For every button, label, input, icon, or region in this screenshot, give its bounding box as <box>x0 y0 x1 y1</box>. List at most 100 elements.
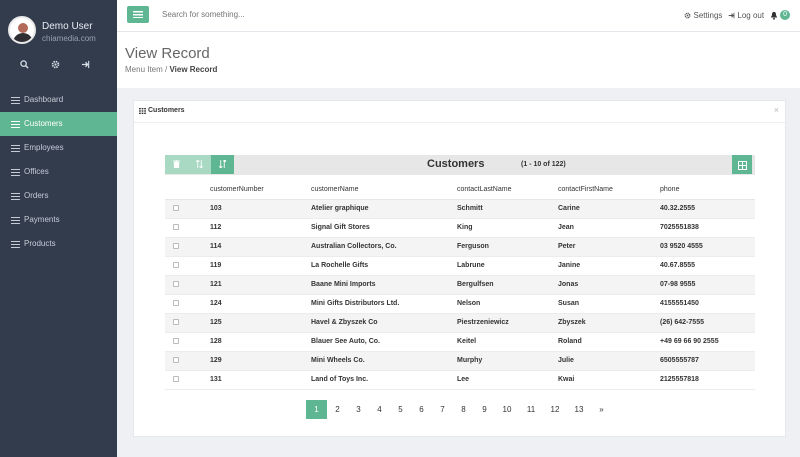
table-cell-customerName: Mini Wheels Co. <box>311 351 457 371</box>
panel-title: Customers <box>139 107 185 114</box>
user-site: chiamedia.com <box>42 34 96 43</box>
page-button[interactable]: 11 <box>519 400 543 419</box>
gear-icon[interactable] <box>51 60 60 72</box>
table-cell-contactFirstName: Jonas <box>558 275 660 295</box>
row-checkbox[interactable] <box>173 261 179 268</box>
column-header[interactable]: contactFirstName <box>558 181 660 200</box>
column-header[interactable]: customerName <box>311 181 457 200</box>
sidebar-item-orders[interactable]: Orders <box>0 184 117 208</box>
table-cell-contactLastName: Murphy <box>457 351 558 371</box>
settings-link[interactable]: Settings <box>684 11 722 20</box>
table-cell-contactFirstName: Peter <box>558 237 660 257</box>
sidebar-item-offices[interactable]: Offices <box>0 160 117 184</box>
table-row[interactable]: 124 Mini Gifts Distributors Ltd. Nelson Sus… <box>165 294 755 314</box>
table-row[interactable]: 119 La Rochelle Gifts Labrune Janine 40.67.8… <box>165 256 755 276</box>
add-record-button[interactable] <box>732 155 752 174</box>
breadcrumb-parent[interactable]: Menu Item <box>125 65 163 74</box>
table-row[interactable]: 121 Baane Mini Imports Bergulfsen Jonas 07-9… <box>165 275 755 295</box>
close-icon[interactable]: × <box>774 105 779 115</box>
sidebar: Demo User chiamedia.com Dashboard Custom… <box>0 0 117 457</box>
page-button[interactable]: 8 <box>453 400 474 419</box>
table-row[interactable]: 131 Land of Toys Inc. Lee Kwai 2125557818 <box>165 370 755 390</box>
table-header-row: customerNumber customerName contactLastN… <box>165 181 755 200</box>
column-header[interactable]: customerNumber <box>210 181 311 200</box>
search-icon[interactable] <box>20 60 29 72</box>
table-cell-customerName: Baane Mini Imports <box>311 275 457 295</box>
page-button[interactable]: 6 <box>411 400 432 419</box>
table-record-count: (1 - 10 of 122) <box>521 161 566 168</box>
table-row[interactable]: 114 Australian Collectors, Co. Ferguson Pet… <box>165 237 755 257</box>
sidebar-item-dashboard[interactable]: Dashboard <box>0 88 117 112</box>
sidebar-item-customers[interactable]: Customers <box>0 112 117 136</box>
breadcrumb: Menu Item / View Record <box>125 65 217 74</box>
table-cell-phone: 4155551450 <box>660 294 755 314</box>
settings-label: Settings <box>693 10 723 20</box>
page-button[interactable]: 10 <box>495 400 519 419</box>
row-checkbox[interactable] <box>173 204 179 211</box>
sidebar-item-payments[interactable]: Payments <box>0 208 117 232</box>
page-button[interactable]: 13 <box>567 400 591 419</box>
table-row[interactable]: 125 Havel & Zbyszek Co Piestrzeniewicz Zbys… <box>165 313 755 333</box>
sort-button[interactable] <box>188 155 211 174</box>
table-cell-customerNumber: 103 <box>210 199 311 219</box>
table-row[interactable]: 112 Signal Gift Stores King Jean 7025551838 <box>165 218 755 238</box>
row-checkbox[interactable] <box>173 223 179 230</box>
sidebar-menu: Dashboard Customers Employees Offices Or… <box>0 88 117 256</box>
page-button[interactable]: 2 <box>327 400 348 419</box>
logout-icon[interactable] <box>81 60 90 72</box>
logout-link[interactable]: Log out <box>728 11 764 20</box>
column-header[interactable]: phone <box>660 181 755 200</box>
page-button[interactable]: 9 <box>474 400 495 419</box>
page-button[interactable]: 12 <box>543 400 567 419</box>
breadcrumb-current: View Record <box>169 65 218 74</box>
table-row[interactable]: 128 Blauer See Auto, Co. Keitel Roland +49 6… <box>165 332 755 352</box>
row-checkbox[interactable] <box>173 280 179 287</box>
table-cell-contactLastName: Schmitt <box>457 199 558 219</box>
table-cell-phone: +49 69 66 90 2555 <box>660 332 755 352</box>
sort-desc-icon <box>218 160 226 169</box>
hamburger-menu-button[interactable] <box>127 6 149 23</box>
customers-table: customerNumber customerName contactLastN… <box>165 181 755 390</box>
table-row[interactable]: 103 Atelier graphique Schmitt Carine 40.32.2… <box>165 199 755 219</box>
table-cell-phone: 07-98 9555 <box>660 275 755 295</box>
delete-button[interactable] <box>165 155 188 174</box>
notifications-button[interactable]: 0 <box>770 10 790 20</box>
pagination: 1 2 3 4 5 6 7 8 9 10 11 12 13» <box>306 400 612 419</box>
table-cell-contactFirstName: Susan <box>558 294 660 314</box>
row-select-cell <box>165 275 210 295</box>
logout-label: Log out <box>737 10 765 20</box>
row-checkbox[interactable] <box>173 242 179 249</box>
sidebar-item-employees[interactable]: Employees <box>0 136 117 160</box>
table-cell-phone: 40.32.2555 <box>660 199 755 219</box>
column-header[interactable]: contactLastName <box>457 181 558 200</box>
order-button[interactable] <box>211 155 234 174</box>
table-cell-phone: 6505555787 <box>660 351 755 371</box>
row-checkbox[interactable] <box>173 318 179 325</box>
search-input[interactable] <box>162 10 362 19</box>
table-cell-customerNumber: 119 <box>210 256 311 276</box>
page-button[interactable]: 1 <box>306 400 327 419</box>
panel-header: Customers × <box>134 101 785 123</box>
row-select-cell <box>165 332 210 352</box>
table-cell-contactFirstName: Jean <box>558 218 660 238</box>
sidebar-icon-bar <box>0 60 117 74</box>
table-cell-contactLastName: Nelson <box>457 294 558 314</box>
user-profile: Demo User chiamedia.com <box>0 0 117 60</box>
table-cell-contactLastName: Lee <box>457 370 558 390</box>
table-row[interactable]: 129 Mini Wheels Co. Murphy Julie 6505555787 <box>165 351 755 371</box>
row-checkbox[interactable] <box>173 356 179 363</box>
next-page-button[interactable]: » <box>591 400 612 419</box>
page-button[interactable]: 7 <box>432 400 453 419</box>
table-cell-phone: 2125557818 <box>660 370 755 390</box>
bell-icon <box>770 11 778 20</box>
page-button[interactable]: 4 <box>369 400 390 419</box>
page-button[interactable]: 3 <box>348 400 369 419</box>
sidebar-item-products[interactable]: Products <box>0 232 117 256</box>
table-cell-customerNumber: 128 <box>210 332 311 352</box>
avatar[interactable] <box>8 16 36 44</box>
row-checkbox[interactable] <box>173 299 179 306</box>
page-button[interactable]: 5 <box>390 400 411 419</box>
notification-badge: 0 <box>780 10 790 20</box>
row-checkbox[interactable] <box>173 375 179 382</box>
row-checkbox[interactable] <box>173 337 179 344</box>
